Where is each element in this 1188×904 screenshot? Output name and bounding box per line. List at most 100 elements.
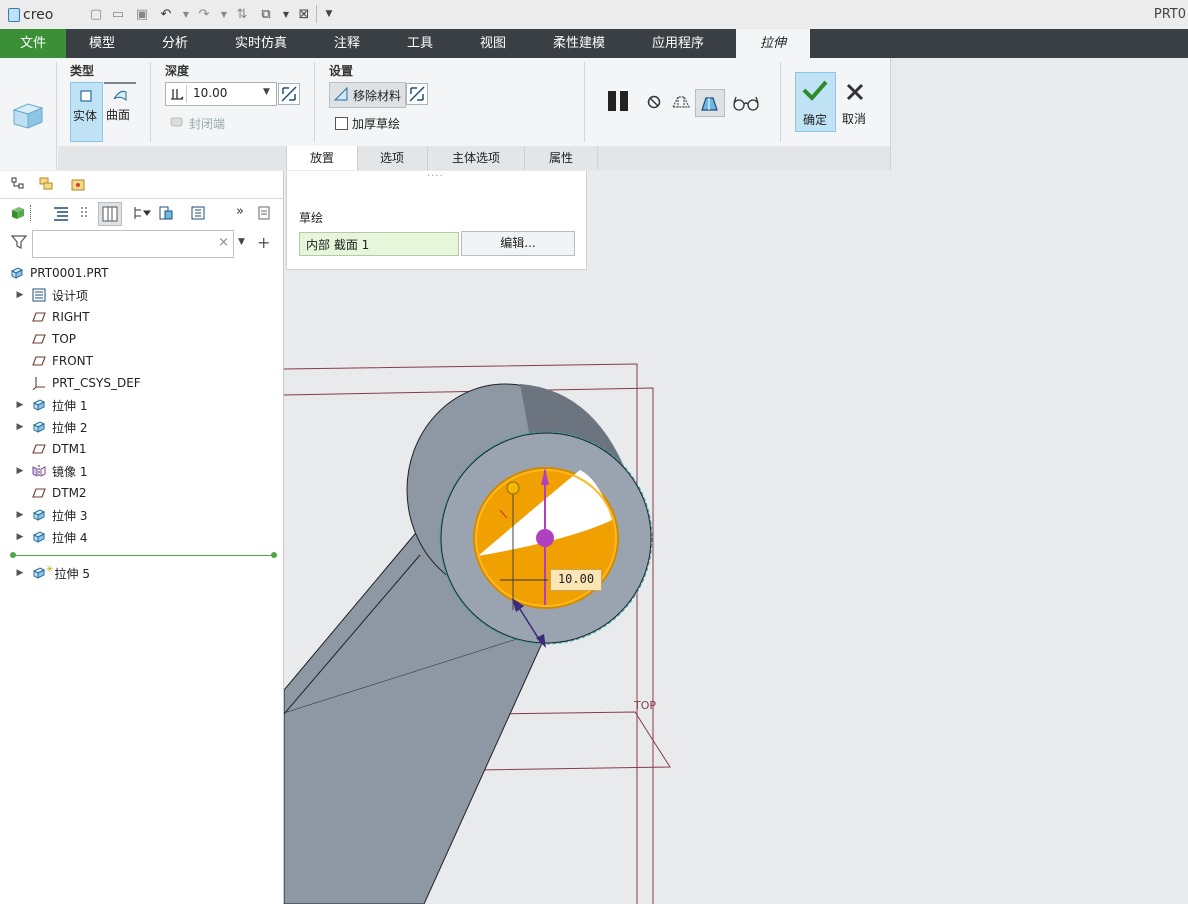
tab-properties[interactable]: 属性 — [525, 146, 598, 170]
tree-details-icon[interactable] — [190, 205, 206, 221]
favorites-tab-icon[interactable] — [70, 176, 86, 192]
ribbon-separator — [314, 62, 315, 142]
tree-item-label: 拉伸 5 — [54, 566, 90, 581]
filter-funnel-icon[interactable] — [10, 234, 28, 250]
customize-toolbar-icon[interactable]: ▼ — [321, 6, 337, 22]
depth-dropdown-icon[interactable]: ▼ — [263, 87, 270, 97]
tree-item[interactable]: ▶ 拉伸 4 — [0, 526, 282, 548]
windows-icon[interactable]: ⧉ — [258, 6, 274, 22]
model-view — [284, 363, 671, 904]
tab-body-options[interactable]: 主体选项 — [428, 146, 525, 170]
tab-extrude[interactable]: 拉伸 — [736, 29, 810, 58]
sketch-collector[interactable]: 内部 截面 1 — [299, 232, 459, 256]
surface-button[interactable]: 曲面 — [104, 86, 136, 138]
preview-icon[interactable] — [670, 92, 692, 112]
tree-item[interactable]: ▶ 拉伸 1 — [0, 394, 282, 416]
no-preview-icon[interactable] — [646, 94, 662, 110]
solid-button[interactable]: 实体 — [70, 82, 103, 142]
depth-dimension-label[interactable]: 10.00 — [550, 569, 602, 591]
regenerate-icon[interactable]: ⇅ — [234, 6, 250, 22]
tree-item-label: FRONT — [52, 354, 93, 368]
tree-item[interactable]: ▶ 拉伸 2 — [0, 416, 282, 438]
depth-field[interactable]: 10.00 ▼ — [165, 82, 277, 106]
tab-live-simulation[interactable]: 实时仿真 — [222, 29, 300, 58]
tab-placement[interactable]: 放置 — [286, 146, 358, 170]
depth-value[interactable]: 10.00 — [193, 86, 227, 100]
verify-mode-button[interactable] — [695, 89, 725, 117]
tree-item-label: DTM2 — [52, 486, 87, 500]
search-dropdown-icon[interactable]: ▼ — [238, 237, 245, 247]
expand-arrow-icon[interactable]: ▶ — [14, 466, 26, 476]
expand-arrow-icon[interactable]: ▶ — [14, 400, 26, 410]
csys-icon — [32, 376, 46, 390]
tree-filter-icon[interactable] — [133, 205, 151, 221]
expand-arrow-icon[interactable]: ▶ — [14, 422, 26, 432]
tree-item[interactable]: DTM1 — [0, 438, 282, 460]
tree-notes-icon[interactable] — [256, 205, 272, 221]
tree-root[interactable]: PRT0001.PRT — [0, 262, 282, 284]
tree-search-input[interactable]: × — [32, 230, 234, 258]
thicken-sketch-checkbox[interactable] — [335, 117, 348, 130]
blind-depth-icon[interactable] — [168, 85, 187, 103]
tab-flexible-modeling[interactable]: 柔性建模 — [538, 29, 620, 58]
tab-tools[interactable]: 工具 — [388, 29, 452, 58]
datum-plane-icon — [32, 486, 46, 500]
tree-item[interactable]: DTM2 — [0, 482, 282, 504]
tree-item[interactable]: ▶ 镜像 1 — [0, 460, 282, 482]
windows-dropdown-icon[interactable]: ▼ — [278, 6, 294, 22]
verify-icon — [701, 97, 718, 111]
tree-item[interactable]: FRONT — [0, 350, 282, 372]
tree-filter-dots-icon[interactable] — [76, 205, 92, 221]
new-file-icon[interactable]: ▢ — [88, 6, 104, 22]
flip-material-side-icon[interactable] — [406, 83, 428, 105]
tree-item[interactable]: TOP — [0, 328, 282, 350]
add-filter-icon[interactable]: + — [257, 233, 270, 252]
layer-tree-tab-icon[interactable] — [38, 176, 54, 192]
panel-grip-icon[interactable]: ···· — [427, 171, 444, 182]
tree-columns-button[interactable] — [98, 202, 122, 226]
redo-dropdown-icon[interactable]: ▼ — [216, 6, 232, 22]
open-file-icon[interactable]: ▭ — [110, 6, 126, 22]
tree-item[interactable]: PRT_CSYS_DEF — [0, 372, 282, 394]
tab-view[interactable]: 视图 — [460, 29, 526, 58]
redo-icon[interactable]: ↷ — [196, 6, 212, 22]
graphics-viewport[interactable]: 10.00 TOP — [284, 171, 1188, 904]
expand-arrow-icon[interactable]: ▶ — [14, 532, 26, 542]
tree-settings-icon[interactable] — [158, 205, 174, 221]
edit-sketch-button[interactable]: 编辑... — [461, 231, 575, 256]
tree-item[interactable]: ▶ 拉伸 3 — [0, 504, 282, 526]
extrude-feature-icon — [10, 96, 46, 132]
save-icon[interactable]: ▣ — [134, 6, 150, 22]
tree-item-active[interactable]: ▶ ✳ 拉伸 5 — [0, 562, 282, 584]
more-icon[interactable]: » — [236, 204, 244, 219]
logo-text: creo — [23, 7, 54, 23]
tab-options[interactable]: 选项 — [357, 146, 428, 170]
tree-search-text[interactable] — [35, 232, 219, 256]
cancel-button[interactable]: 取消 — [838, 72, 874, 130]
tab-model[interactable]: 模型 — [68, 29, 136, 58]
undo-icon[interactable]: ↶ — [158, 6, 174, 22]
close-window-icon[interactable]: ⊠ — [296, 6, 312, 22]
datum-plane-label: TOP — [634, 699, 657, 712]
type-group-label: 类型 — [70, 64, 95, 78]
tab-applications[interactable]: 应用程序 — [636, 29, 720, 58]
expand-arrow-icon[interactable]: ▶ — [14, 510, 26, 520]
model-tree-tab-icon[interactable] — [10, 176, 26, 192]
sketch-point-handle — [506, 481, 520, 495]
tab-annotate[interactable]: 注释 — [314, 29, 380, 58]
clear-search-icon[interactable]: × — [218, 235, 229, 250]
tab-file[interactable]: 文件 — [0, 29, 66, 58]
undo-dropdown-icon[interactable]: ▼ — [178, 6, 194, 22]
pause-icon[interactable] — [606, 90, 632, 112]
tree-item[interactable]: ▶ 设计项 — [0, 284, 282, 306]
tab-analysis[interactable]: 分析 — [140, 29, 210, 58]
glasses-icon[interactable] — [732, 94, 760, 112]
remove-material-button[interactable]: 移除材料 — [329, 82, 406, 108]
tree-item[interactable]: RIGHT — [0, 306, 282, 328]
ok-button[interactable]: 确定 — [795, 72, 836, 132]
tree-list-icon[interactable] — [52, 205, 70, 221]
display-style-icon[interactable] — [10, 205, 26, 221]
expand-arrow-icon[interactable]: ▶ — [14, 568, 26, 578]
flip-depth-direction-icon[interactable] — [278, 83, 300, 105]
expand-arrow-icon[interactable]: ▶ — [14, 290, 26, 300]
